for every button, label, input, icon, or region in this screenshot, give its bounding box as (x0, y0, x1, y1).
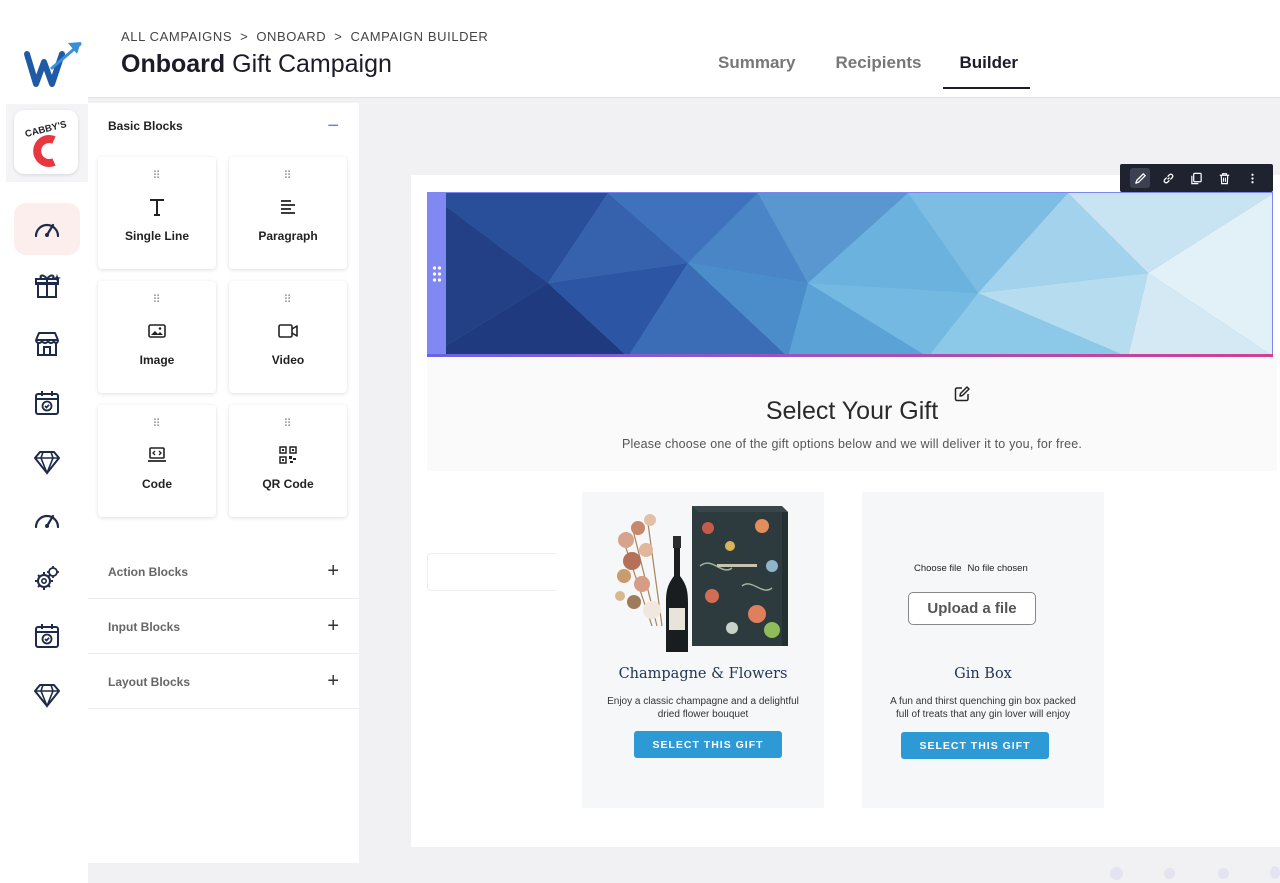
page-dot (1110, 867, 1123, 880)
link-icon[interactable] (1158, 168, 1178, 188)
paragraph-icon (279, 195, 297, 219)
page-title-bold: Onboard (121, 50, 226, 78)
store-icon[interactable] (14, 318, 80, 370)
diamond-icon[interactable] (14, 669, 80, 721)
page-title: Onboard Gift Campaign (121, 50, 392, 79)
drag-handle-icon[interactable]: ⠿ (283, 419, 292, 430)
heading-block[interactable]: Select Your Gift Please choose one of th… (427, 358, 1277, 471)
page-dot (1270, 866, 1280, 879)
code-icon (147, 443, 167, 467)
gift-icon[interactable] (14, 260, 80, 312)
breadcrumb-all-campaigns[interactable]: ALL CAMPAIGNS (121, 29, 232, 44)
block-single-line[interactable]: ⠿ Single Line (98, 157, 216, 269)
block-label: Video (271, 353, 305, 367)
drag-handle-icon[interactable]: ⠿ (283, 295, 292, 306)
file-status: No file chosen (967, 563, 1028, 574)
tab-recipients[interactable]: Recipients (835, 44, 921, 89)
page-dot (1218, 868, 1229, 879)
layout-blocks-header[interactable]: Layout Blocks + (88, 654, 359, 709)
left-rail: CABBY'S (0, 0, 88, 883)
diamond-icon[interactable] (14, 436, 80, 488)
input-blocks-section: Input Blocks + (88, 599, 359, 654)
block-paragraph[interactable]: ⠿ Paragraph (229, 157, 347, 269)
tab-summary[interactable]: Summary (718, 44, 795, 89)
app-logo[interactable] (22, 38, 84, 88)
drag-handle-icon[interactable]: ⠿ (283, 171, 292, 182)
more-icon[interactable] (1242, 168, 1262, 188)
file-input[interactable]: Choose file No file chosen (914, 563, 1028, 574)
video-icon (278, 319, 298, 343)
gift-name: Champagne & Flowers (618, 666, 788, 682)
basic-blocks-header[interactable]: Basic Blocks − (88, 103, 359, 149)
breadcrumb: ALL CAMPAIGNS > ONBOARD > CAMPAIGN BUILDER (121, 29, 488, 44)
gears-icon[interactable] (14, 552, 80, 604)
brand-switcher[interactable]: CABBY'S (6, 104, 88, 182)
expand-icon[interactable]: + (327, 670, 339, 693)
select-gift-button[interactable]: SELECT THIS GIFT (901, 732, 1049, 759)
choose-file-button[interactable]: Choose file (914, 563, 962, 574)
banner-selection-border (427, 354, 1273, 357)
block-code[interactable]: ⠿ Code (98, 405, 216, 517)
breadcrumb-campaign-builder: CAMPAIGN BUILDER (350, 29, 489, 44)
image-icon (148, 319, 166, 343)
edit-heading-icon[interactable] (953, 385, 971, 403)
page-dot (1164, 868, 1175, 879)
block-image[interactable]: ⠿ Image (98, 281, 216, 393)
text-t-icon (148, 195, 166, 219)
blocks-panel: Basic Blocks − ⠿ Single Line ⠿ Paragraph… (88, 103, 359, 863)
gift-heading: Select Your Gift (765, 397, 939, 425)
block-label: Single Line (124, 229, 189, 243)
drag-handle-icon[interactable]: ⠿ (152, 419, 161, 430)
block-qr-code[interactable]: ⠿ QR Code (229, 405, 347, 517)
input-blocks-header[interactable]: Input Blocks + (88, 599, 359, 654)
action-blocks-section: Action Blocks + (88, 544, 359, 599)
drag-handle-icon[interactable]: ⠿ (152, 171, 161, 182)
champagne-flowers-image (612, 506, 798, 658)
edit-icon[interactable] (1130, 168, 1150, 188)
block-label: Paragraph (258, 229, 318, 243)
speedometer-icon[interactable] (14, 203, 80, 255)
input-blocks-label: Input Blocks (108, 619, 181, 634)
brand-avatar[interactable]: CABBY'S (14, 110, 78, 174)
drop-placeholder (427, 553, 557, 591)
tab-bar: Summary Recipients Builder (698, 44, 1050, 89)
collapse-icon[interactable]: − (327, 115, 339, 138)
gift-card-champagne: Champagne & Flowers Enjoy a classic cham… (582, 492, 824, 808)
breadcrumb-onboard[interactable]: ONBOARD (256, 29, 326, 44)
block-toolbar (1120, 164, 1273, 192)
calendar-check-icon[interactable] (14, 377, 80, 429)
block-video[interactable]: ⠿ Video (229, 281, 347, 393)
block-label: Image (139, 353, 175, 367)
banner-image[interactable] (427, 192, 1273, 356)
qr-code-icon (279, 443, 297, 467)
drag-handle-icon[interactable]: ⠿ (152, 295, 161, 306)
page-header: ALL CAMPAIGNS > ONBOARD > CAMPAIGN BUILDER O… (88, 0, 1280, 98)
block-label: QR Code (262, 477, 314, 491)
duplicate-icon[interactable] (1186, 168, 1206, 188)
select-gift-button[interactable]: SELECT THIS GIFT (634, 731, 782, 758)
expand-icon[interactable]: + (327, 560, 339, 583)
action-blocks-label: Action Blocks (108, 564, 189, 579)
calendar-check-icon[interactable] (14, 610, 80, 662)
drag-handle-icon[interactable] (427, 192, 446, 356)
upload-file-button[interactable]: Upload a file (908, 592, 1036, 625)
block-label: Code (142, 477, 172, 491)
basic-blocks-grid: ⠿ Single Line ⠿ Paragraph ⠿ Image ⠿ Vide… (88, 149, 359, 527)
layout-blocks-section: Layout Blocks + (88, 654, 359, 709)
gift-name: Gin Box (954, 666, 1012, 682)
page-title-rest: Gift Campaign (232, 50, 392, 78)
basic-blocks-label: Basic Blocks (108, 119, 183, 133)
breadcrumb-separator: > (240, 29, 249, 44)
action-blocks-header[interactable]: Action Blocks + (88, 544, 359, 599)
trash-icon[interactable] (1214, 168, 1234, 188)
expand-icon[interactable]: + (327, 615, 339, 638)
breadcrumb-separator: > (334, 29, 343, 44)
gift-description: Enjoy a classic champagne and a delightf… (607, 696, 799, 720)
speedometer-icon[interactable] (14, 494, 80, 546)
gift-subheading: Please choose one of the gift options be… (621, 437, 1083, 451)
gift-description: A fun and thirst quenching gin box packe… (890, 696, 1076, 720)
gift-card-gin-box: Choose file No file chosen Upload a file… (862, 492, 1104, 808)
tab-builder[interactable]: Builder (943, 44, 1031, 89)
layout-blocks-label: Layout Blocks (108, 674, 191, 689)
